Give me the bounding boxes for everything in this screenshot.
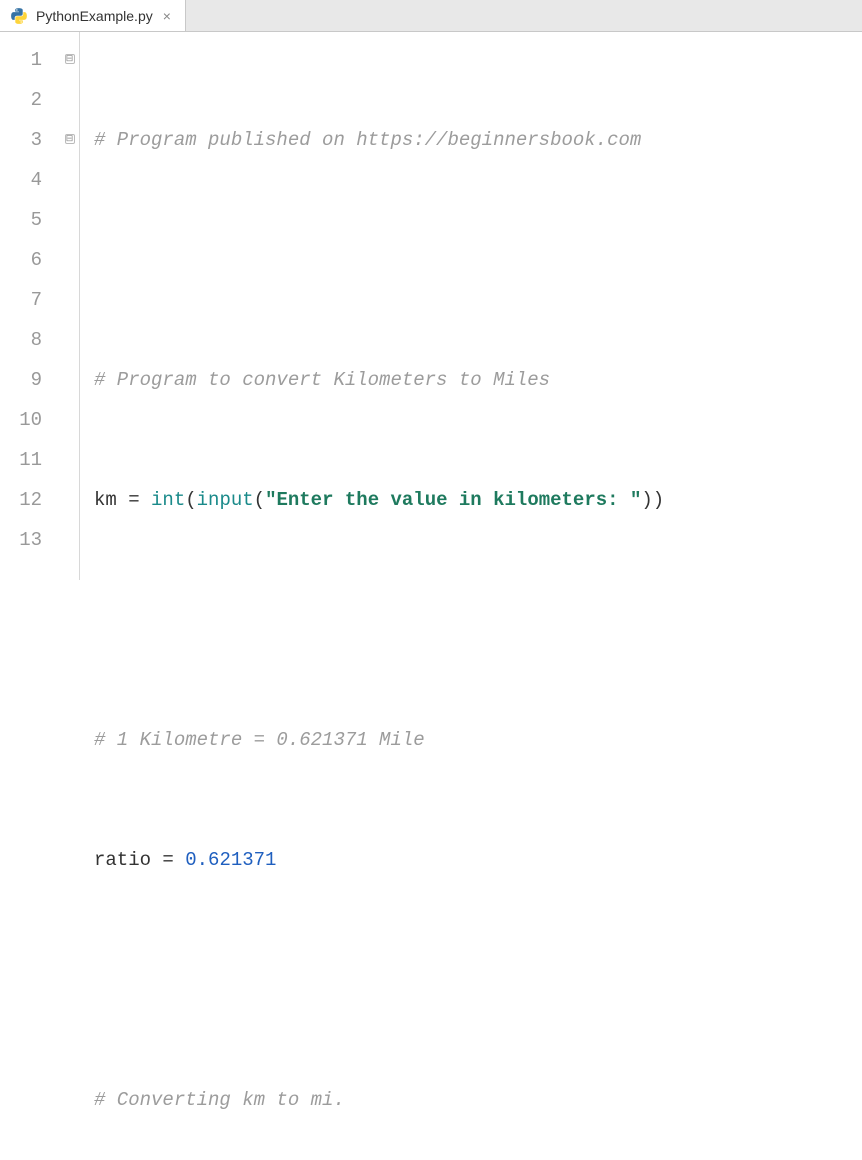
code-line (94, 240, 862, 280)
code-line: km = int(input("Enter the value in kilom… (94, 480, 862, 520)
line-number: 6 (0, 240, 42, 280)
code-line: # Program published on https://beginners… (94, 120, 862, 160)
line-number: 12 (0, 480, 42, 520)
code-editor[interactable]: # Program published on https://beginners… (80, 32, 862, 580)
line-number: 1 (0, 40, 42, 80)
line-number: 4 (0, 160, 42, 200)
tab-bar: PythonExample.py × (0, 0, 862, 32)
line-number: 5 (0, 200, 42, 240)
line-number: 2 (0, 80, 42, 120)
fold-gutter: ⊟ ⊟ (60, 32, 80, 580)
line-number-gutter: 1 2 3 4 5 6 7 8 9 10 11 12 13 (0, 32, 60, 580)
code-line (94, 960, 862, 1000)
code-line: # Program to convert Kilometers to Miles (94, 360, 862, 400)
line-number: 13 (0, 520, 42, 560)
line-number: 7 (0, 280, 42, 320)
line-number: 3 (0, 120, 42, 160)
python-icon (10, 7, 28, 25)
line-number: 10 (0, 400, 42, 440)
line-number: 11 (0, 440, 42, 480)
code-line: # 1 Kilometre = 0.621371 Mile (94, 720, 862, 760)
line-number: 9 (0, 360, 42, 400)
file-tab[interactable]: PythonExample.py × (0, 0, 186, 31)
tab-filename: PythonExample.py (36, 8, 153, 24)
code-line: # Converting km to mi. (94, 1080, 862, 1120)
editor-area: 1 2 3 4 5 6 7 8 9 10 11 12 13 ⊟ ⊟ # Prog… (0, 32, 862, 580)
close-icon[interactable]: × (161, 8, 173, 24)
fold-toggle[interactable]: ⊟ (60, 120, 79, 160)
fold-toggle[interactable]: ⊟ (60, 40, 79, 80)
line-number: 8 (0, 320, 42, 360)
code-line (94, 600, 862, 640)
code-line: ratio = 0.621371 (94, 840, 862, 880)
